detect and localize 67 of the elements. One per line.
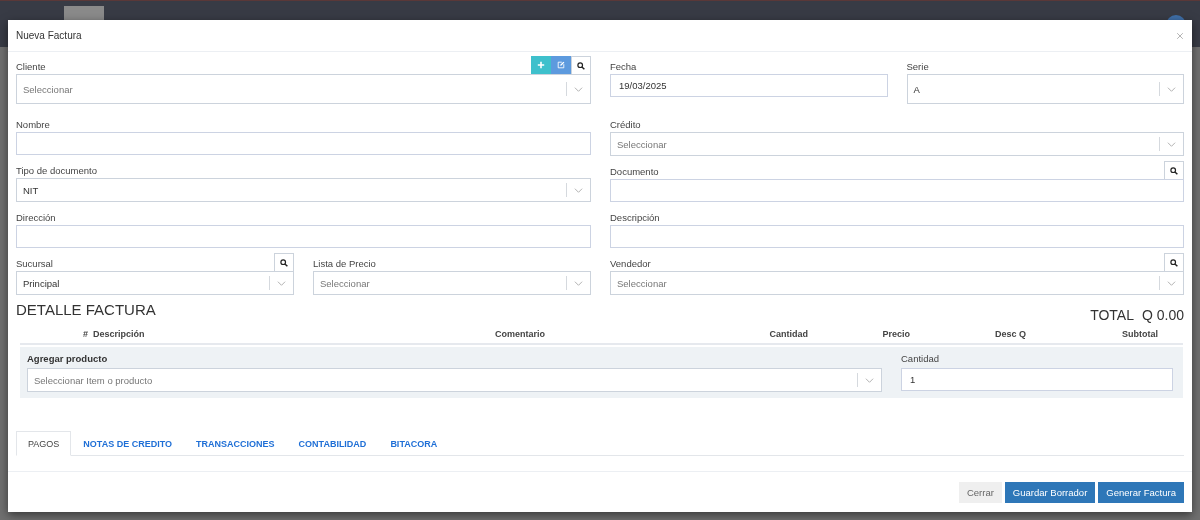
select-field[interactable]: Seleccionar Item o producto bbox=[27, 368, 882, 392]
total-value: Q 0.00 bbox=[1141, 307, 1184, 323]
chevron-down-icon bbox=[277, 278, 286, 288]
column-header: # bbox=[82, 329, 89, 339]
select-field[interactable]: NIT bbox=[16, 178, 591, 202]
input-field[interactable]: 19/03/2025 bbox=[610, 74, 888, 97]
close-button[interactable]: Cerrar bbox=[958, 481, 1002, 503]
section-title: DETALLE FACTURA bbox=[16, 301, 156, 318]
column-header: Comentario bbox=[494, 329, 546, 339]
search-icon bbox=[1170, 166, 1178, 175]
search-icon bbox=[1170, 258, 1178, 267]
column-header: Subtotal bbox=[1121, 329, 1159, 339]
input-field[interactable]: 1 bbox=[901, 368, 1173, 391]
input-field[interactable] bbox=[610, 225, 1184, 248]
tab[interactable]: CONTABILIDAD bbox=[286, 431, 379, 456]
field-label: Documento bbox=[610, 166, 659, 179]
add-button[interactable] bbox=[531, 56, 551, 74]
field-label: Lista de Precio bbox=[313, 258, 376, 271]
edit-icon bbox=[557, 61, 565, 69]
field-label: Crédito bbox=[610, 119, 641, 132]
select-field[interactable]: A bbox=[906, 74, 1184, 104]
field-label: Sucursal bbox=[16, 258, 53, 271]
field-label: Dirección bbox=[16, 212, 56, 225]
select-field[interactable]: Principal bbox=[16, 271, 294, 295]
tab[interactable]: NOTAS DE CREDITO bbox=[71, 431, 185, 456]
field-label: Vendedor bbox=[610, 258, 651, 271]
select-field[interactable]: Seleccionar bbox=[16, 74, 591, 104]
input-field[interactable] bbox=[610, 179, 1184, 202]
chevron-down-icon bbox=[574, 185, 583, 195]
field-label: Descripción bbox=[610, 212, 660, 225]
field-label: Agregar producto bbox=[27, 352, 109, 366]
chevron-down-icon bbox=[1167, 139, 1176, 149]
select-field[interactable]: Seleccionar bbox=[610, 132, 1184, 156]
search-button[interactable] bbox=[1164, 161, 1184, 179]
column-header: Descripción bbox=[92, 329, 146, 339]
column-header: Cantidad bbox=[768, 329, 809, 339]
search-button[interactable] bbox=[274, 253, 294, 271]
field-label: Tipo de documento bbox=[16, 165, 97, 178]
tab[interactable]: BITACORA bbox=[378, 431, 450, 456]
search-button[interactable] bbox=[571, 56, 591, 74]
total-label: TOTAL bbox=[1090, 307, 1134, 323]
action-button[interactable]: Guardar Borrador bbox=[1004, 481, 1096, 503]
column-header: Precio bbox=[881, 329, 911, 339]
select-field[interactable]: Seleccionar bbox=[313, 271, 591, 295]
field-label: Fecha bbox=[610, 61, 637, 74]
chevron-down-icon bbox=[1167, 278, 1176, 288]
chevron-down-icon bbox=[574, 84, 583, 94]
close-icon[interactable] bbox=[1176, 31, 1184, 40]
field-label: Serie bbox=[906, 61, 929, 74]
input-field[interactable] bbox=[16, 225, 591, 248]
chevron-down-icon bbox=[865, 375, 874, 385]
plus-icon bbox=[537, 61, 545, 69]
search-button[interactable] bbox=[1164, 253, 1184, 271]
input-field[interactable] bbox=[16, 132, 591, 155]
field-label: Cantidad bbox=[901, 352, 941, 366]
search-icon bbox=[280, 258, 288, 267]
chevron-down-icon bbox=[1167, 84, 1176, 94]
chevron-down-icon bbox=[574, 278, 583, 288]
select-field[interactable]: Seleccionar bbox=[610, 271, 1184, 295]
tab[interactable]: TRANSACCIONES bbox=[184, 431, 287, 456]
field-label: Nombre bbox=[16, 119, 50, 132]
search-icon bbox=[577, 61, 585, 70]
action-button[interactable]: Generar Factura bbox=[1098, 481, 1184, 503]
column-header: Desc Q bbox=[993, 329, 1027, 339]
field-label: Cliente bbox=[16, 61, 46, 74]
dialog-title: Nueva Factura bbox=[16, 30, 82, 41]
tab[interactable]: PAGOS bbox=[16, 431, 72, 456]
